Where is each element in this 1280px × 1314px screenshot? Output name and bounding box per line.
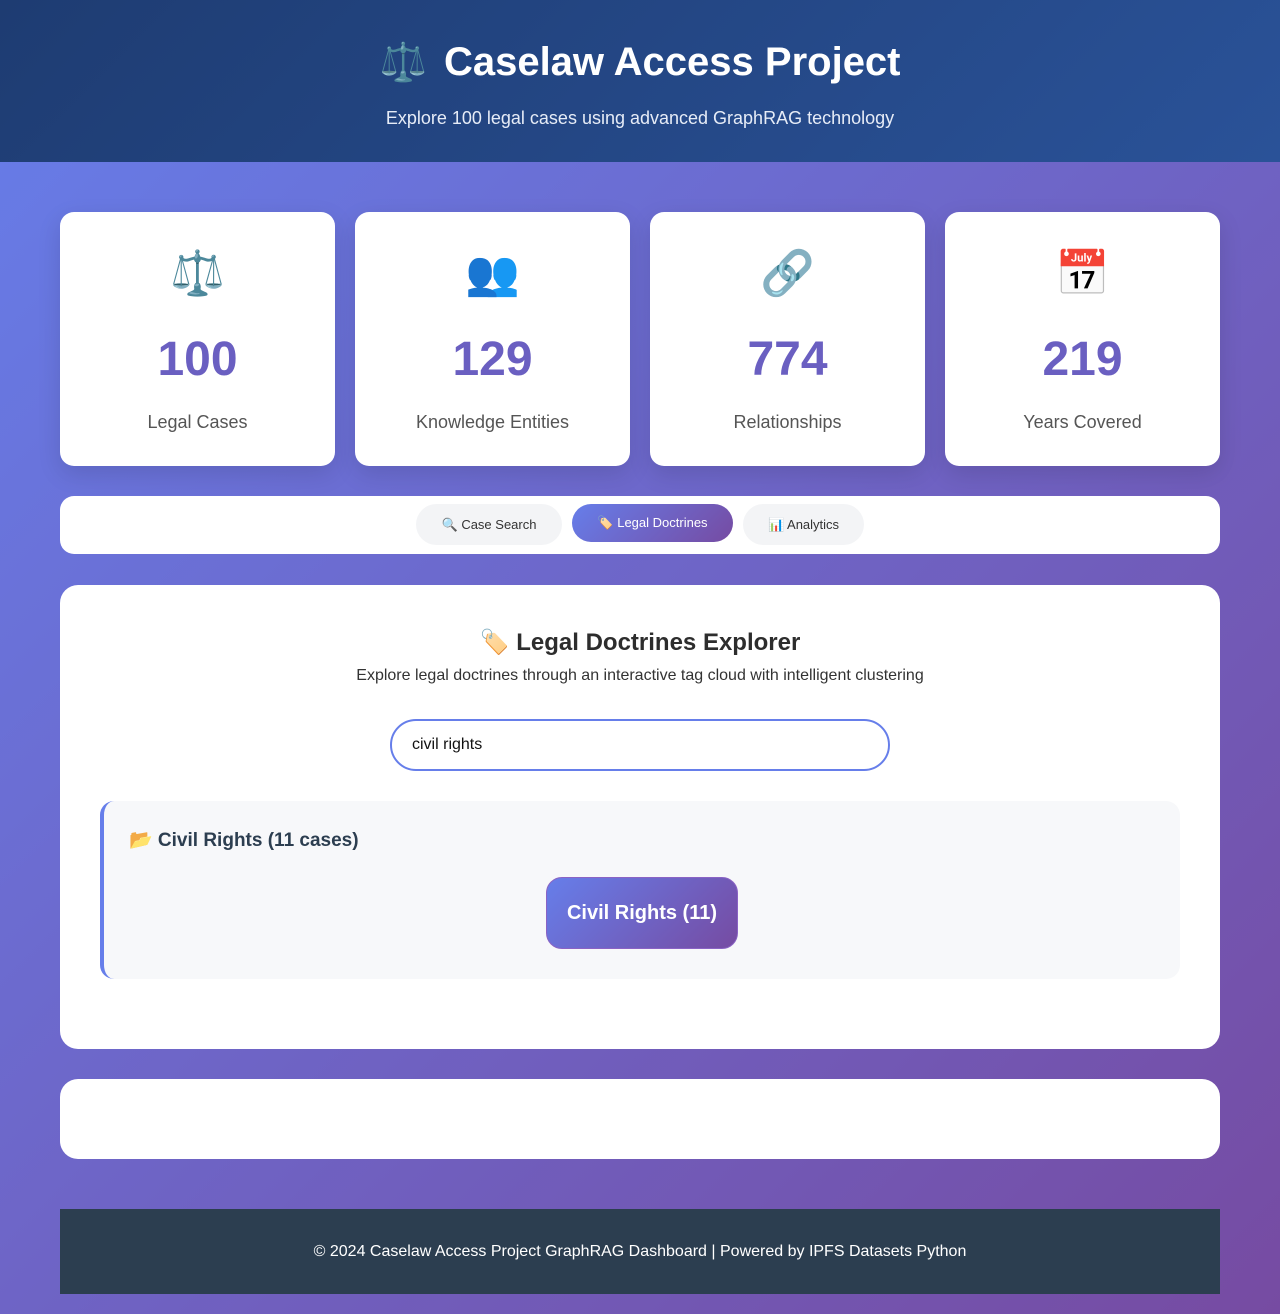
stat-card-legal-cases: ⚖️ 100 Legal Cases [60,212,335,466]
doctrine-search-input[interactable] [390,719,890,771]
page-footer: © 2024 Caselaw Access Project GraphRAG D… [60,1209,1220,1294]
stat-label: Legal Cases [147,412,248,432]
tab-analytics[interactable]: 📊 Analytics [743,504,864,545]
doctrines-panel: 🏷️ Legal Doctrines Explorer Explore lega… [60,585,1220,1049]
header-subtitle: Explore 100 legal cases using advanced G… [385,108,895,128]
stat-value: 774 [747,333,828,386]
tab-legal-doctrines[interactable]: 🏷️ Legal Doctrines [572,504,733,542]
results-panel [60,1079,1220,1159]
link-icon: 🔗 [760,249,815,298]
stat-value: 129 [452,333,533,386]
tab-case-search[interactable]: 🔍 Case Search [416,504,562,545]
calendar-icon: 📅 [1055,249,1110,298]
scales-icon: ⚖️ [170,249,225,298]
cluster-title: 📂 Civil Rights (11 cases) [129,830,359,851]
stat-card-relationships: 🔗 774 Relationships [650,212,925,466]
stat-card-knowledge-entities: 👥 129 Knowledge Entities [355,212,630,466]
scales-icon: ⚖️ [379,42,427,84]
app-title: Caselaw Access Project [443,40,901,84]
stat-label: Knowledge Entities [415,412,570,432]
doctrine-tag-civil-rights[interactable]: Civil Rights (11) [546,877,738,949]
doctrines-description: Explore legal doctrines through an inter… [356,667,924,684]
doctrine-cluster: 📂 Civil Rights (11 cases) Civil Rights (… [100,801,1180,979]
stat-card-years-covered: 📅 219 Years Covered [945,212,1220,466]
stat-value: 219 [1042,333,1123,386]
page-header: ⚖️ Caselaw Access Project Explore 100 le… [0,0,1280,162]
people-icon: 👥 [465,249,520,298]
tab-bar: 🔍 Case Search 🏷️ Legal Doctrines 📊 Analy… [60,496,1220,554]
doctrines-title: 🏷️ Legal Doctrines Explorer [479,629,801,656]
stat-label: Relationships [733,412,842,432]
page-title: ⚖️ Caselaw Access Project [0,38,1280,87]
stat-label: Years Covered [1023,412,1142,432]
stat-value: 100 [157,333,238,386]
